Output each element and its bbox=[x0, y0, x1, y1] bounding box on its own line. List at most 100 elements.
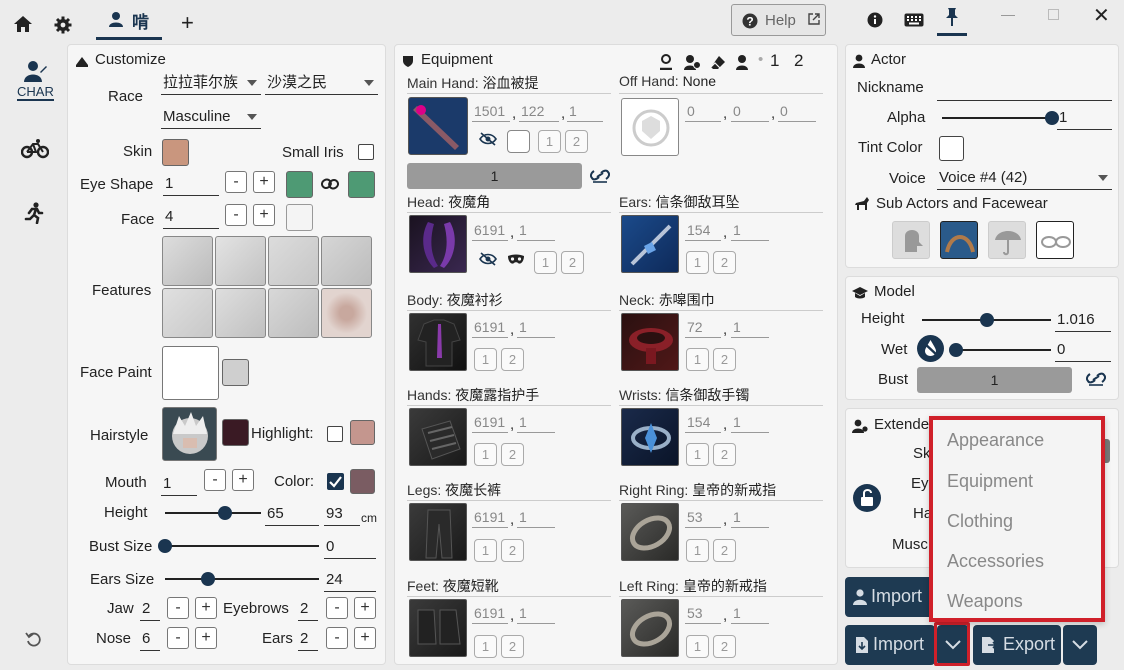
ears-size-slider[interactable] bbox=[165, 572, 319, 586]
eyebrows-input[interactable]: 2 bbox=[298, 597, 318, 621]
nose-decrement[interactable]: - bbox=[167, 627, 189, 649]
lip-color-checkbox[interactable] bbox=[327, 473, 344, 490]
tint-color-swatch[interactable] bbox=[939, 136, 964, 161]
wet-slider[interactable] bbox=[949, 343, 1051, 357]
eye-slash-icon[interactable] bbox=[479, 252, 497, 266]
off-hand-variant-input[interactable]: 0 bbox=[778, 100, 816, 122]
face-input[interactable]: 4 bbox=[163, 205, 219, 229]
slider-knob[interactable] bbox=[949, 343, 963, 357]
wrists-dye-1[interactable]: 1 bbox=[686, 443, 709, 466]
import-button[interactable]: Import bbox=[845, 625, 935, 665]
export-button[interactable]: Export bbox=[973, 625, 1061, 665]
menu-item-equipment[interactable]: Equipment bbox=[947, 471, 1033, 492]
gender-select[interactable]: Masculine bbox=[161, 105, 261, 129]
ears-increment[interactable]: + bbox=[354, 627, 376, 649]
face-color-swatch[interactable] bbox=[286, 204, 313, 231]
link-icon[interactable] bbox=[321, 177, 339, 191]
tab-character[interactable]: 啃 bbox=[96, 4, 162, 40]
height-slider[interactable] bbox=[165, 506, 261, 520]
mask-icon[interactable] bbox=[507, 254, 525, 266]
eyebrows-increment[interactable]: + bbox=[354, 597, 376, 619]
keyboard-icon[interactable] bbox=[904, 13, 924, 27]
ears-dye-1[interactable]: 1 bbox=[686, 251, 709, 274]
body-slot[interactable] bbox=[409, 313, 467, 371]
right-ring-slot[interactable] bbox=[621, 503, 679, 561]
hands-dye-2[interactable]: 2 bbox=[501, 443, 524, 466]
ears-slot[interactable] bbox=[621, 215, 679, 273]
ears-input[interactable]: 2 bbox=[298, 627, 318, 651]
eye-color-swatch-1[interactable] bbox=[286, 171, 313, 198]
main-hand-slot[interactable] bbox=[408, 97, 468, 155]
wrists-model-input[interactable]: 154 bbox=[685, 411, 721, 433]
hands-model-input[interactable]: 6191 bbox=[472, 411, 508, 433]
head-model-input[interactable]: 6191 bbox=[472, 219, 508, 241]
maximize-button[interactable] bbox=[1048, 9, 1059, 20]
dye-channel-1-button[interactable]: 1 bbox=[770, 51, 779, 71]
feature-thumb-1[interactable] bbox=[162, 236, 213, 286]
person-hide-icon[interactable] bbox=[735, 54, 753, 70]
menu-item-weapons[interactable]: Weapons bbox=[947, 591, 1023, 612]
sub-actor-slot-1[interactable] bbox=[892, 221, 930, 259]
eyebrows-decrement[interactable]: - bbox=[326, 597, 348, 619]
feet-slot[interactable] bbox=[409, 599, 467, 657]
height-cm-input[interactable]: 93 bbox=[324, 502, 360, 526]
left-ring-dye-2[interactable]: 2 bbox=[713, 635, 736, 658]
right-ring-dye-1[interactable]: 1 bbox=[686, 539, 709, 562]
height-input[interactable]: 65 bbox=[265, 502, 319, 526]
feature-thumb-6[interactable] bbox=[215, 288, 266, 338]
hair-color-swatch[interactable] bbox=[222, 419, 249, 446]
hands-variant-input[interactable]: 1 bbox=[517, 411, 555, 433]
eye-shape-input[interactable]: 1 bbox=[163, 172, 219, 196]
main-hand-dye-2[interactable]: 2 bbox=[565, 130, 588, 153]
neck-slot[interactable] bbox=[621, 313, 679, 371]
mouth-increment[interactable]: + bbox=[232, 469, 254, 491]
bust-size-input[interactable]: 0 bbox=[324, 535, 376, 559]
neck-model-input[interactable]: 72 bbox=[685, 316, 721, 338]
neck-dye-1[interactable]: 1 bbox=[686, 348, 709, 371]
mouth-decrement[interactable]: - bbox=[204, 469, 226, 491]
running-icon[interactable] bbox=[24, 202, 44, 224]
alpha-input[interactable]: 1 bbox=[1057, 106, 1112, 130]
eraser-icon[interactable] bbox=[710, 54, 726, 70]
legs-model-input[interactable]: 6191 bbox=[472, 506, 508, 528]
feature-thumb-2[interactable] bbox=[215, 236, 266, 286]
head-dye-1[interactable]: 1 bbox=[534, 251, 557, 274]
wrists-variant-input[interactable]: 1 bbox=[731, 411, 769, 433]
feature-thumb-3[interactable] bbox=[268, 236, 319, 286]
ears-variant-input[interactable]: 1 bbox=[731, 219, 769, 241]
off-hand-base-input[interactable]: 0 bbox=[731, 100, 769, 122]
eye-shape-decrement[interactable]: - bbox=[225, 171, 247, 193]
slider-knob[interactable] bbox=[158, 539, 172, 553]
clan-select[interactable]: 沙漠之民 bbox=[265, 71, 378, 95]
right-ring-dye-2[interactable]: 2 bbox=[713, 539, 736, 562]
export-dropdown-button[interactable] bbox=[1063, 625, 1097, 665]
right-ring-model-input[interactable]: 53 bbox=[685, 506, 721, 528]
lock-toggle-button[interactable] bbox=[853, 484, 881, 512]
undo-icon[interactable] bbox=[25, 630, 43, 648]
gear-icon[interactable] bbox=[54, 16, 72, 34]
neck-variant-input[interactable]: 1 bbox=[731, 316, 769, 338]
feet-dye-1[interactable]: 1 bbox=[474, 635, 497, 658]
hairstyle-preview[interactable] bbox=[162, 407, 217, 461]
eye-shape-increment[interactable]: + bbox=[253, 171, 275, 193]
sub-actor-slot-4[interactable] bbox=[1036, 221, 1074, 259]
body-dye-2[interactable]: 2 bbox=[501, 348, 524, 371]
eye-color-swatch-2[interactable] bbox=[348, 171, 375, 198]
ears-model-input[interactable]: 154 bbox=[685, 219, 721, 241]
model-height-slider[interactable] bbox=[922, 313, 1051, 327]
jaw-input[interactable]: 2 bbox=[140, 597, 160, 621]
neck-dye-2[interactable]: 2 bbox=[713, 348, 736, 371]
small-iris-checkbox[interactable] bbox=[358, 144, 374, 160]
head-dye-2[interactable]: 2 bbox=[561, 251, 584, 274]
main-hand-scale-bar[interactable]: 1 bbox=[407, 163, 582, 189]
left-ring-variant-input[interactable]: 1 bbox=[731, 602, 769, 624]
wet-toggle-button[interactable] bbox=[917, 335, 944, 362]
sub-actor-slot-3[interactable] bbox=[988, 221, 1026, 259]
hands-slot[interactable] bbox=[409, 408, 467, 466]
slider-knob[interactable] bbox=[201, 572, 216, 586]
legs-slot[interactable] bbox=[409, 503, 467, 561]
face-increment[interactable]: + bbox=[253, 204, 275, 226]
off-hand-slot[interactable] bbox=[621, 98, 679, 156]
link-icon[interactable] bbox=[1086, 369, 1106, 387]
highlight-color-swatch[interactable] bbox=[350, 420, 375, 445]
